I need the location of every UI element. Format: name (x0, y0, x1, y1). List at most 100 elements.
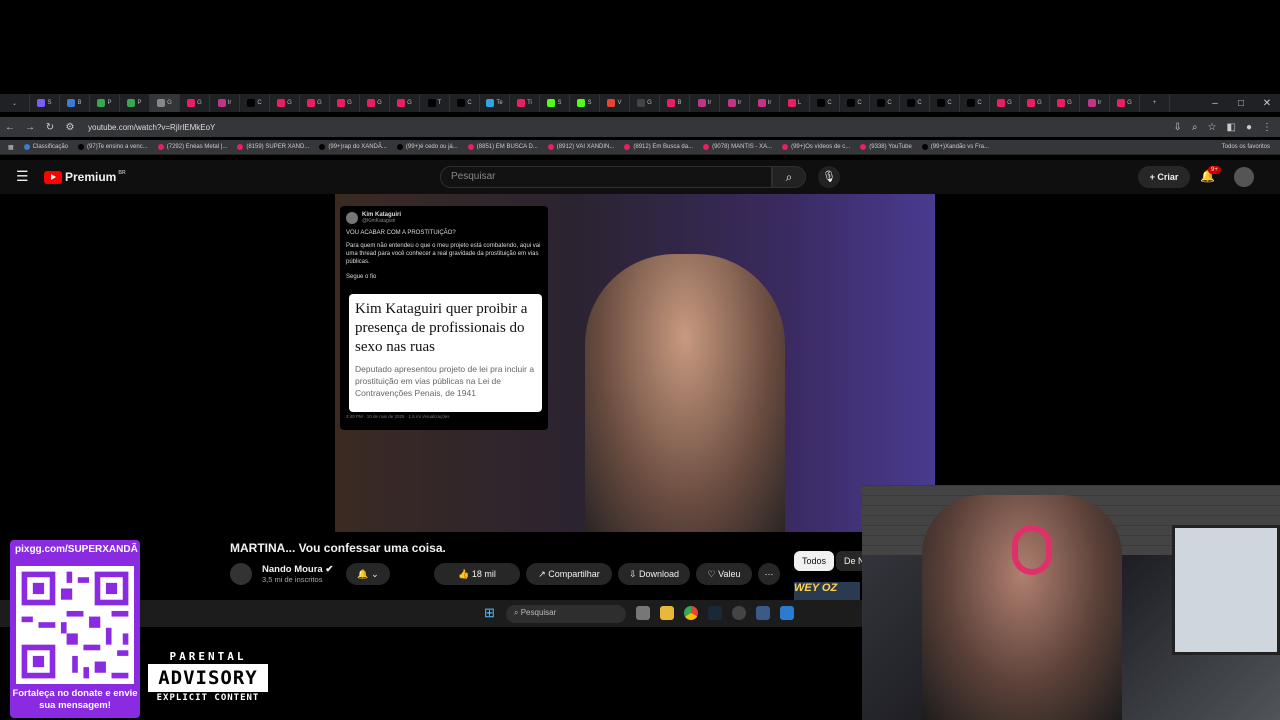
bookmark-item[interactable]: (8159) SUPER XAND... (237, 144, 309, 150)
chip-all[interactable]: Todos (794, 551, 835, 571)
bookmark-item[interactable]: (97)Te ensino a venc... (78, 144, 148, 150)
browser-tab[interactable]: G (1050, 94, 1080, 112)
settings-icon[interactable] (756, 606, 770, 620)
windows-start-icon[interactable]: ⊞ (484, 606, 498, 620)
bookmark-item[interactable]: (99+)Xandão vs Fra... (921, 144, 989, 150)
browser-tab[interactable]: Te (480, 94, 510, 112)
bookmark-favicon-icon (547, 144, 554, 150)
bookmark-label: (97)Te ensino a venc... (87, 144, 148, 150)
avatar[interactable] (1234, 167, 1254, 187)
bookmark-item[interactable]: (99+)rap do XANDÃ... (319, 144, 387, 150)
browser-tab[interactable]: S (30, 94, 60, 112)
browser-tab[interactable]: Ti (510, 94, 540, 112)
browser-tab[interactable]: C (900, 94, 930, 112)
bookmark-item[interactable]: (7292) Enéas Metal |... (157, 144, 227, 150)
chrome-icon[interactable] (684, 606, 698, 620)
thanks-button[interactable]: ♡ Valeu (696, 563, 752, 585)
video-player[interactable]: Kim Kataguiri @KimKataguiri VOU ACABAR C… (335, 194, 935, 532)
browser-tab[interactable]: C (450, 94, 480, 112)
browser-tab[interactable]: Ir (750, 94, 780, 112)
browser-tab[interactable]: C (960, 94, 990, 112)
browser-tab[interactable]: Ir (690, 94, 720, 112)
browser-tab[interactable]: G (330, 94, 360, 112)
like-button[interactable]: 👍 18 mil (434, 563, 520, 585)
browser-tab[interactable]: G (1110, 94, 1140, 112)
app-icon[interactable] (732, 606, 746, 620)
browser-tab[interactable]: G (390, 94, 420, 112)
create-button[interactable]: + Criar (1138, 166, 1190, 188)
browser-tab[interactable]: C (810, 94, 840, 112)
channel-avatar[interactable] (230, 563, 252, 585)
site-info-icon[interactable]: ⚙ (60, 122, 80, 133)
bookmark-item[interactable]: (99+)Os vídeos de c... (782, 144, 850, 150)
browser-tab[interactable]: B (60, 94, 90, 112)
bookmark-favicon-icon (467, 144, 474, 150)
bookmark-item[interactable]: (9338) YouTube (860, 144, 912, 150)
browser-tab[interactable]: B (660, 94, 690, 112)
tweet-text-2: Para quem não entendeu o que o meu proje… (346, 243, 541, 265)
recommended-thumbnail[interactable]: WEY OZ (794, 582, 860, 600)
bookmark-item[interactable]: (8912) VAI XANDIN... (547, 144, 614, 150)
bookmark-item[interactable]: (8851) EM BUSCA D... (467, 144, 538, 150)
browser-tab[interactable]: P (120, 94, 150, 112)
browser-tab[interactable]: L (780, 94, 810, 112)
app2-icon[interactable] (780, 606, 794, 620)
more-button[interactable]: ⋯ (758, 563, 780, 585)
mic-button[interactable]: 🎙 (818, 166, 840, 188)
browser-tab[interactable]: C (840, 94, 870, 112)
browser-tab[interactable]: G (270, 94, 300, 112)
task-view-icon[interactable] (636, 606, 650, 620)
search-input[interactable]: Pesquisar (440, 166, 772, 188)
browser-tab[interactable]: C (930, 94, 960, 112)
channel-name[interactable]: Nando Moura (262, 564, 323, 575)
browser-tab[interactable]: G (300, 94, 330, 112)
hamburger-icon[interactable]: ☰ (16, 168, 29, 185)
taskbar-search[interactable]: ⌕ Pesquisar (506, 605, 626, 623)
bookmark-item[interactable]: (9078) MANTIS - XA... (703, 144, 772, 150)
browser-tab[interactable]: S (540, 94, 570, 112)
browser-tab[interactable]: Ir (720, 94, 750, 112)
close-window-button[interactable]: ✕ (1254, 98, 1280, 109)
new-tab-button[interactable]: + (1140, 94, 1170, 112)
tab-list-icon[interactable]: ⌄ (0, 94, 30, 112)
bookmark-item[interactable]: Classificação (23, 144, 68, 150)
tweet-text-1: VOU ACABAR COM A PROSTITUIÇÃO? (346, 230, 456, 236)
url-field[interactable]: youtube.com/watch?v=RjIrlEMkEoY (88, 123, 215, 132)
bookmark-item[interactable]: (8912) Em Busca da... (624, 144, 693, 150)
extension-icon[interactable]: ◧ (1227, 122, 1236, 133)
browser-tab[interactable]: Ir (1080, 94, 1110, 112)
search-button[interactable]: ⌕ (772, 166, 806, 188)
apps-icon[interactable]: ▦ (8, 144, 14, 151)
browser-tab[interactable]: V (600, 94, 630, 112)
browser-tab[interactable]: G (1020, 94, 1050, 112)
star-icon[interactable]: ☆ (1208, 122, 1217, 133)
file-explorer-icon[interactable] (660, 606, 674, 620)
all-favorites-button[interactable]: Todos os favoritos (1222, 144, 1270, 150)
install-icon[interactable]: ⇩ (1174, 122, 1182, 133)
browser-tab[interactable]: T (420, 94, 450, 112)
browser-tab[interactable]: Ir (210, 94, 240, 112)
download-button[interactable]: ⇩ Download (618, 563, 690, 585)
browser-tab[interactable]: G (630, 94, 660, 112)
reload-icon[interactable]: ↻ (40, 122, 60, 133)
browser-tab[interactable]: G (360, 94, 390, 112)
browser-tab[interactable]: S (570, 94, 600, 112)
bookmark-item[interactable]: (99+)é cedo ou já... (396, 144, 458, 150)
minimize-button[interactable]: – (1202, 98, 1228, 109)
profile-icon[interactable]: ● (1246, 122, 1252, 133)
zoom-icon[interactable]: ⌕ (1192, 122, 1198, 133)
browser-tab[interactable]: C (870, 94, 900, 112)
share-button[interactable]: ↗ Compartilhar (526, 563, 612, 585)
steam-icon[interactable] (708, 606, 722, 620)
browser-tab[interactable]: C (240, 94, 270, 112)
browser-tab[interactable]: G (180, 94, 210, 112)
maximize-button[interactable]: □ (1228, 98, 1254, 109)
browser-tab[interactable]: G (150, 94, 180, 112)
browser-tab[interactable]: P (90, 94, 120, 112)
youtube-logo[interactable]: Premium BR (44, 170, 126, 184)
forward-icon[interactable]: → (20, 122, 40, 133)
menu-icon[interactable]: ⋮ (1262, 122, 1272, 133)
subscribe-bell-button[interactable]: 🔔 ⌄ (346, 563, 390, 585)
browser-tab[interactable]: G (990, 94, 1020, 112)
back-icon[interactable]: ← (0, 122, 20, 133)
